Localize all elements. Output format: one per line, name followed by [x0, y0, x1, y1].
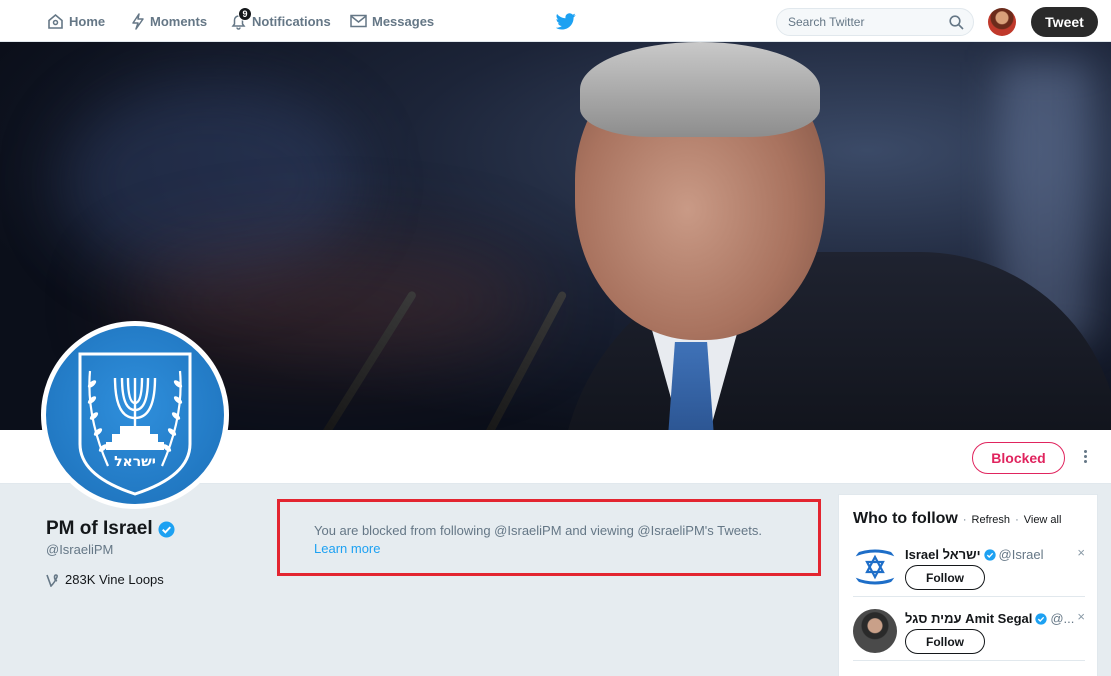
- suggestion-item: Israel ישראל @Israel × Follow: [853, 545, 1085, 603]
- profile-avatar[interactable]: ישראל: [41, 321, 229, 509]
- profile-name: PM of Israel: [46, 518, 175, 540]
- suggestion-name[interactable]: עמית סגל Amit Segal @...: [905, 611, 1074, 626]
- who-to-follow-module: Who to follow · Refresh · View all Israe…: [838, 494, 1098, 676]
- separator-dot: ·: [1015, 514, 1019, 526]
- blocked-button[interactable]: Blocked: [972, 442, 1065, 474]
- envelope-icon: [350, 14, 367, 28]
- vine-loops-count: 283K Vine Loops: [65, 572, 164, 587]
- profile-name-text: PM of Israel: [46, 518, 153, 539]
- tweet-button[interactable]: Tweet: [1031, 7, 1098, 37]
- nav-home-label: Home: [69, 13, 106, 29]
- who-to-follow-title: Who to follow: [853, 510, 958, 527]
- vine-loops: 283K Vine Loops: [46, 572, 164, 587]
- nav-messages-label: Messages: [372, 13, 435, 29]
- suggestion-name-text: עמית סגל Amit Segal: [905, 611, 1033, 626]
- more-options-icon[interactable]: [1080, 450, 1090, 468]
- nav-messages[interactable]: Messages: [350, 0, 434, 42]
- follow-button[interactable]: Follow: [905, 629, 985, 654]
- search-box: [776, 8, 974, 36]
- divider: [853, 596, 1085, 597]
- verified-badge-icon: [158, 520, 175, 538]
- star-of-david-icon: [854, 549, 896, 585]
- suggestion-avatar[interactable]: [853, 545, 897, 589]
- nav-moments-label: Moments: [150, 13, 208, 29]
- who-to-follow-header: Who to follow · Refresh · View all: [853, 510, 1061, 528]
- user-avatar[interactable]: [988, 8, 1016, 36]
- notification-count-badge: 9: [238, 7, 252, 21]
- suggestion-name[interactable]: Israel ישראל @Israel: [905, 547, 1044, 562]
- suggestion-avatar[interactable]: [853, 609, 897, 653]
- suggestion-handle: @Israel: [998, 547, 1044, 562]
- divider: [853, 660, 1085, 661]
- dismiss-suggestion-icon[interactable]: ×: [1077, 545, 1085, 560]
- search-icon[interactable]: [949, 15, 964, 30]
- vine-icon: [46, 573, 58, 587]
- banner-hair: [580, 42, 820, 137]
- refresh-link[interactable]: Refresh: [972, 514, 1011, 526]
- suggestion-item: עמית סגל Amit Segal @... × Follow: [853, 609, 1085, 667]
- suggestion-handle: @...: [1050, 611, 1075, 626]
- top-navigation: Home Moments 9 Notifications Messages Tw…: [0, 0, 1111, 42]
- nav-home[interactable]: Home: [47, 0, 105, 42]
- follow-button[interactable]: Follow: [905, 565, 985, 590]
- banner-tie: [668, 342, 714, 430]
- blocked-message: You are blocked from following @IsraeliP…: [314, 523, 762, 538]
- profile-handle[interactable]: @IsraeliPM: [46, 542, 113, 557]
- separator-dot: ·: [962, 514, 967, 526]
- nav-moments[interactable]: Moments: [131, 0, 207, 42]
- menorah-emblem-icon: [78, 352, 192, 496]
- blocked-notice: You are blocked from following @IsraeliP…: [277, 499, 821, 576]
- view-all-link[interactable]: View all: [1024, 514, 1062, 526]
- lightning-icon: [132, 12, 144, 30]
- dismiss-suggestion-icon[interactable]: ×: [1077, 609, 1085, 624]
- verified-badge-icon: [983, 548, 996, 561]
- suggestion-name-text: Israel ישראל: [905, 547, 981, 562]
- twitter-bird-logo-icon[interactable]: [556, 13, 576, 30]
- nav-notifications[interactable]: 9 Notifications: [230, 0, 331, 42]
- verified-badge-icon: [1035, 612, 1048, 625]
- emblem-of-israel-image: ישראל: [46, 326, 224, 504]
- search-input[interactable]: [777, 9, 947, 35]
- nav-notifications-label: Notifications: [252, 13, 331, 29]
- emblem-text: ישראל: [114, 454, 156, 470]
- learn-more-link[interactable]: Learn more: [314, 541, 380, 556]
- home-icon: [48, 13, 63, 29]
